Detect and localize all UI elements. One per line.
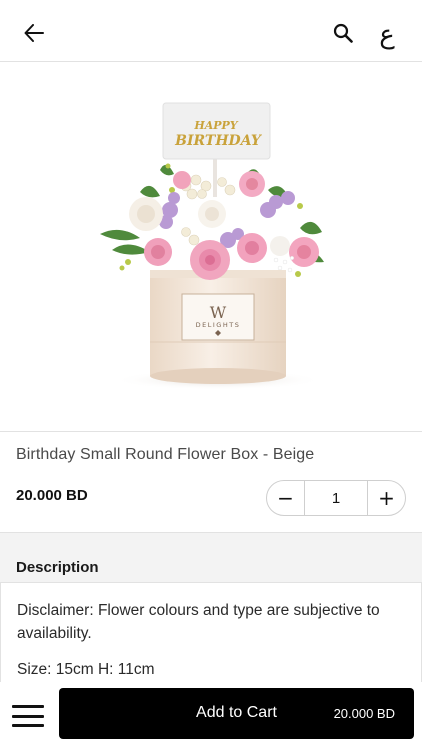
add-to-cart-price: 20.000 BD: [333, 706, 395, 721]
quantity-value[interactable]: 1: [304, 481, 368, 515]
topper-text-happy: HAPPY: [193, 119, 238, 132]
topper-text-birthday: BIRTHDAY: [174, 133, 263, 149]
search-icon: [333, 23, 353, 43]
flower-box-image: HAPPY BIRTHDAY W DELIGHTS: [100, 102, 324, 390]
language-toggle-button[interactable]: ع: [372, 18, 402, 52]
back-button[interactable]: [18, 18, 50, 48]
product-info: Birthday Small Round Flower Box - Beige …: [0, 432, 422, 532]
box-logo-letter: W: [210, 303, 227, 322]
description-size: Size: 15cm H: 11cm: [17, 661, 155, 678]
quantity-stepper: − 1 +: [266, 480, 406, 516]
search-button[interactable]: [328, 18, 358, 48]
description-header: Description: [0, 532, 422, 582]
arrow-left-icon: [24, 24, 44, 42]
description-body: Disclaimer: Flower colours and type are …: [0, 582, 422, 692]
product-price: 20.000 BD: [16, 487, 88, 504]
description-title: Description: [16, 559, 99, 576]
description-disclaimer: Disclaimer: Flower colours and type are …: [17, 602, 380, 642]
top-app-bar: ع: [0, 0, 422, 62]
product-name: Birthday Small Round Flower Box - Beige: [16, 446, 315, 463]
decrease-quantity-button[interactable]: −: [267, 481, 304, 515]
box-logo-text: DELIGHTS: [196, 321, 241, 329]
increase-quantity-button[interactable]: +: [368, 481, 405, 515]
add-to-cart-button[interactable]: Add to Cart 20.000 BD: [59, 688, 414, 739]
product-image: HAPPY BIRTHDAY W DELIGHTS: [0, 62, 422, 432]
bottom-action-bar: Add to Cart 20.000 BD: [0, 682, 422, 750]
hamburger-menu-icon[interactable]: [10, 700, 46, 732]
